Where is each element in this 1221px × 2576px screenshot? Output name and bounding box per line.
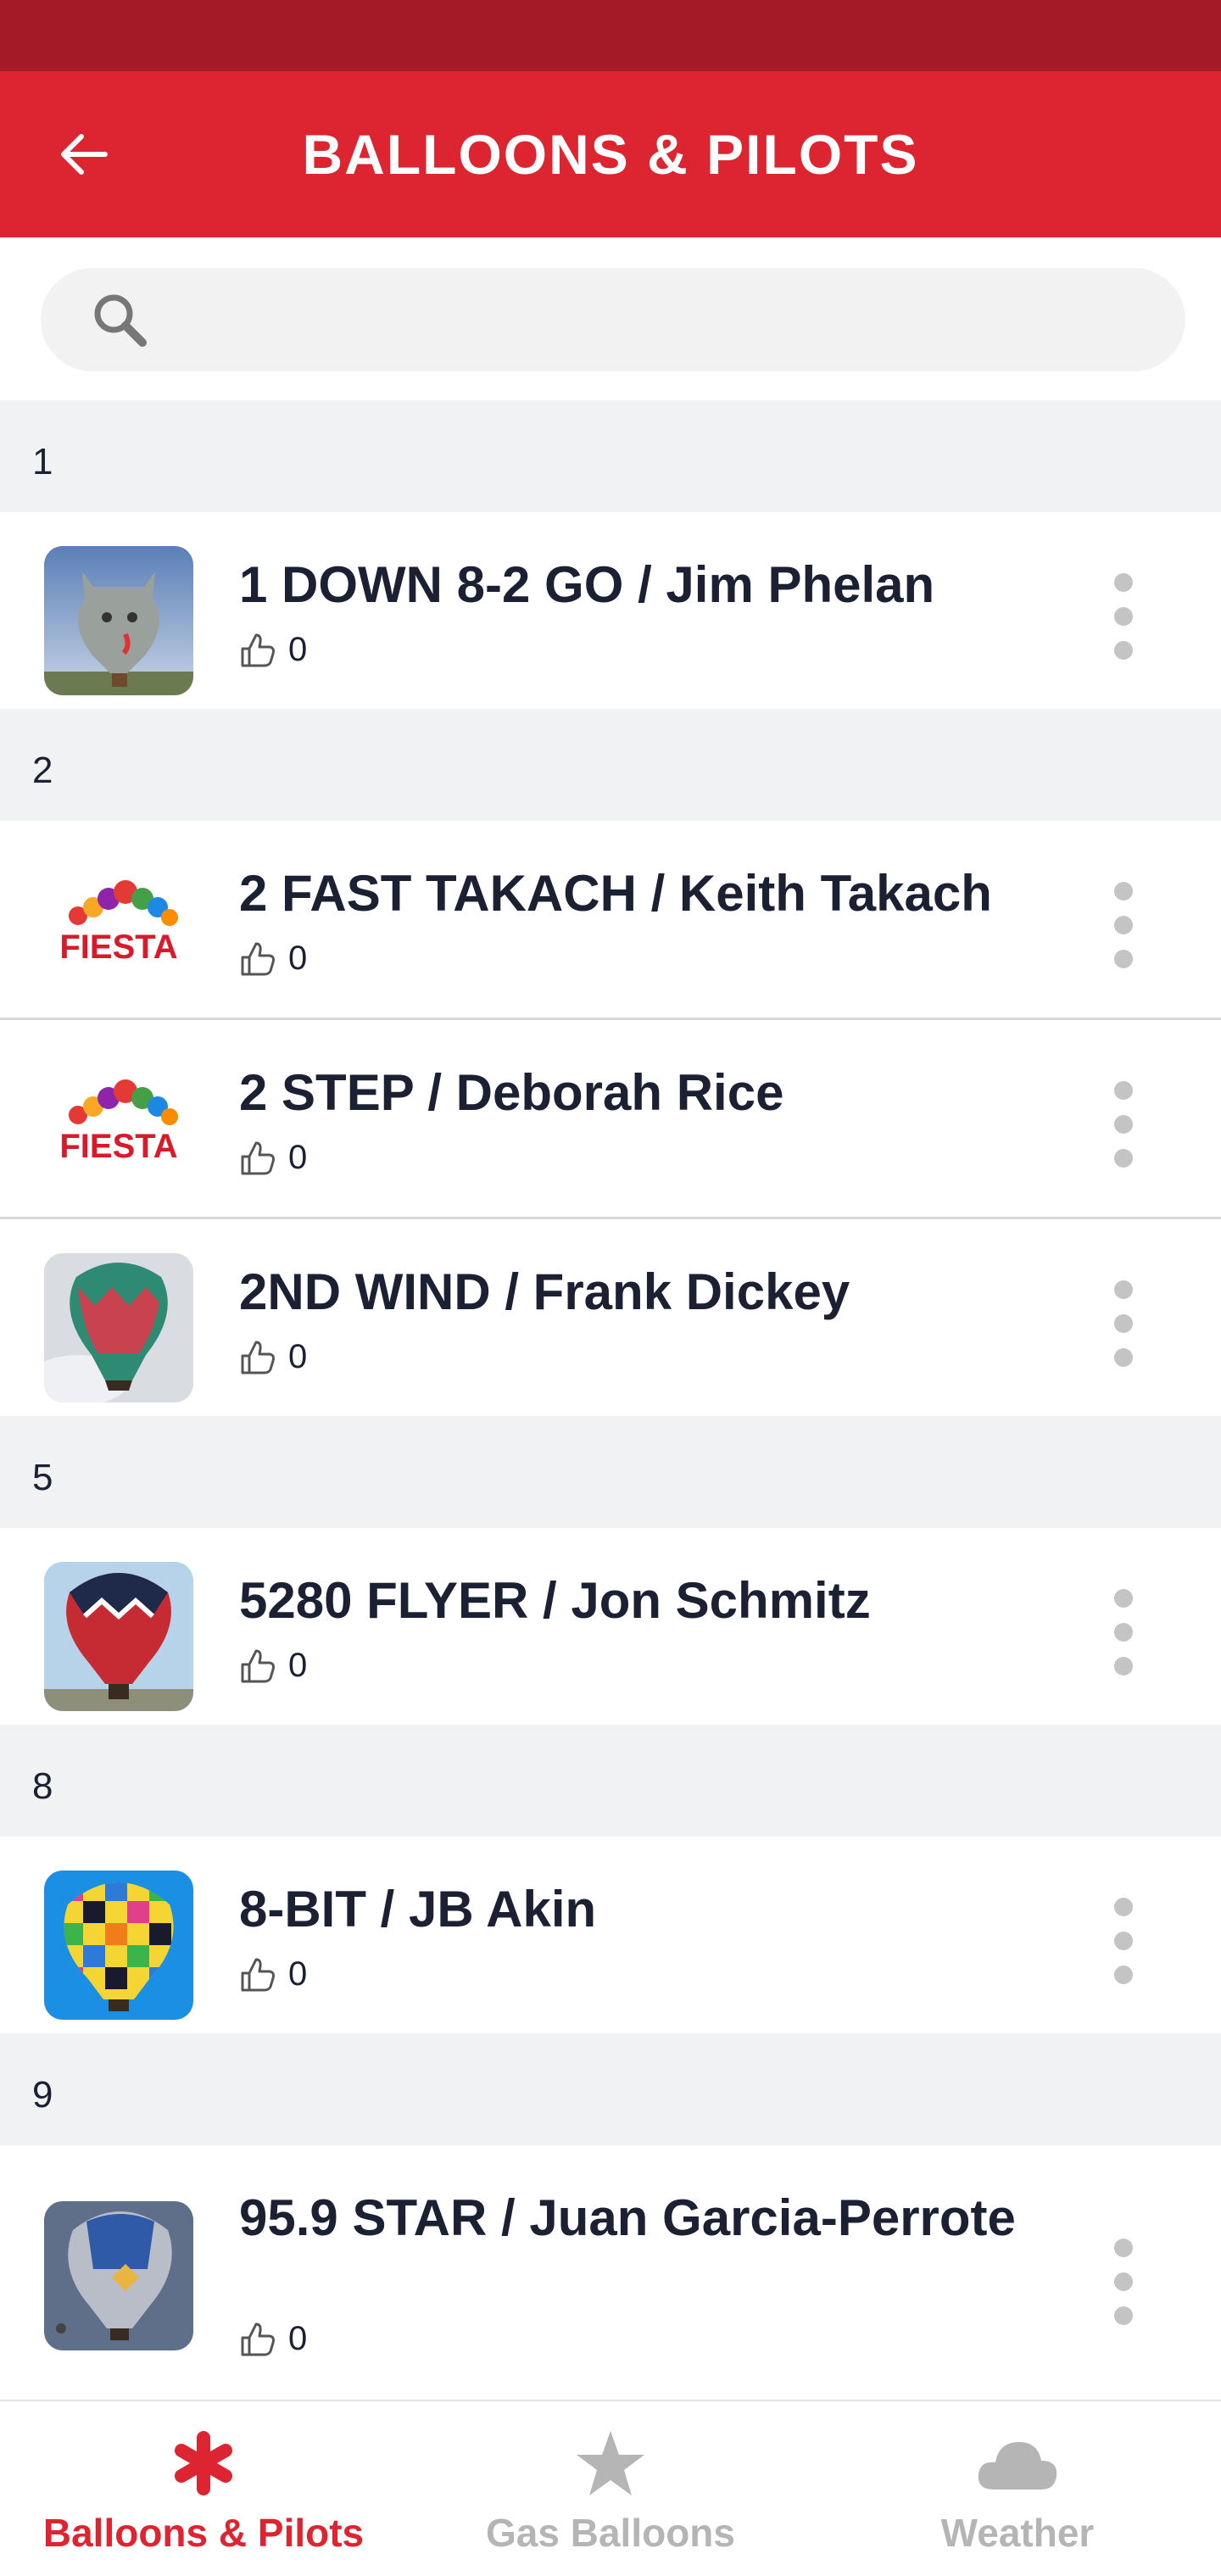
like-counter[interactable]: 0 — [239, 940, 307, 978]
like-counter[interactable]: 0 — [239, 1139, 307, 1177]
balloon-name: 2 FAST TAKACH / Keith Takach — [239, 865, 992, 922]
list-item[interactable]: 2ND WIND / Frank Dickey 0 — [0, 1219, 1221, 1416]
thumbs-up-icon — [241, 1649, 275, 1682]
cloud-icon — [978, 2442, 1057, 2490]
section-header-9: 9 — [0, 2033, 1221, 2145]
section-header-2: 2 — [0, 709, 1221, 821]
like-counter[interactable]: 0 — [239, 1338, 307, 1376]
thumbs-up-icon — [241, 942, 275, 975]
svg-text:FIESTA: FIESTA — [59, 928, 177, 966]
search-field[interactable] — [41, 268, 1185, 371]
thumbs-up-icon — [241, 633, 275, 666]
fiesta-logo: FIESTA — [44, 855, 193, 1004]
search-bar — [0, 237, 1221, 400]
like-counter[interactable]: 0 — [239, 631, 307, 669]
list-item[interactable]: 95.9 STAR / Juan Garcia-Perrote 0 — [0, 2145, 1221, 2400]
search-input[interactable] — [159, 285, 1138, 354]
section-header-1: 1 — [0, 400, 1221, 512]
section-header-8: 8 — [0, 1725, 1221, 1837]
balloon-name: 2 STEP / Deborah Rice — [239, 1064, 784, 1121]
more-options-icon[interactable] — [1102, 573, 1145, 660]
tab-weather[interactable]: Weather — [814, 2401, 1221, 2576]
page-title: BALLOONS & PILOTS — [302, 123, 919, 186]
thumbs-up-icon — [241, 2322, 275, 2356]
balloon-thumbnail — [44, 546, 193, 695]
star-icon — [577, 2431, 644, 2495]
like-count: 0 — [288, 940, 308, 977]
thumbs-up-icon — [241, 1341, 275, 1374]
balloon-thumbnail — [44, 1562, 193, 1711]
like-counter[interactable]: 0 — [239, 1955, 307, 1993]
balloon-name: 95.9 STAR / Juan Garcia-Perrote — [239, 2189, 1016, 2246]
app-bar: BALLOONS & PILOTS — [0, 71, 1221, 237]
more-options-icon[interactable] — [1102, 882, 1145, 968]
balloon-list: 1 1 DOWN 8-2 GO / Jim Phelan 0 2 FIESTA … — [0, 400, 1221, 2400]
asterisk-icon — [175, 2431, 232, 2495]
list-item[interactable]: FIESTA 2 STEP / Deborah Rice 0 — [0, 1020, 1221, 1219]
balloon-name: 1 DOWN 8-2 GO / Jim Phelan — [239, 556, 935, 613]
bottom-navigation: Balloons & Pilots Gas Balloons Weather — [0, 2400, 1221, 2576]
search-icon — [94, 294, 147, 347]
more-options-icon[interactable] — [1102, 2239, 1145, 2325]
balloon-name: 2ND WIND / Frank Dickey — [239, 1263, 850, 1320]
balloon-thumbnail — [44, 1871, 193, 2020]
thumbs-up-icon — [241, 1141, 275, 1174]
like-count: 0 — [288, 1139, 308, 1176]
tab-label: Balloons & Pilots — [42, 2511, 365, 2555]
tab-label: Gas Balloons — [486, 2511, 735, 2555]
list-item[interactable]: FIESTA 2 FAST TAKACH / Keith Takach 0 — [0, 821, 1221, 1020]
list-item[interactable]: 5280 FLYER / Jon Schmitz 0 — [0, 1528, 1221, 1725]
tab-label: Weather — [940, 2511, 1095, 2555]
thumbs-up-icon — [241, 1958, 275, 1991]
tab-balloons-pilots[interactable]: Balloons & Pilots — [0, 2401, 407, 2576]
list-item[interactable]: 8-BIT / JB Akin 0 — [0, 1837, 1221, 2033]
more-options-icon[interactable] — [1102, 1280, 1145, 1367]
more-options-icon[interactable] — [1102, 1081, 1145, 1168]
section-header-5: 5 — [0, 1416, 1221, 1528]
balloon-name: 8-BIT / JB Akin — [239, 1881, 597, 1938]
like-count: 0 — [288, 631, 308, 668]
list-item[interactable]: 1 DOWN 8-2 GO / Jim Phelan 0 — [0, 512, 1221, 709]
like-counter[interactable]: 0 — [239, 1647, 307, 1685]
like-count: 0 — [288, 1338, 308, 1375]
more-options-icon[interactable] — [1102, 1589, 1145, 1676]
balloon-thumbnail — [44, 1253, 193, 1402]
like-count: 0 — [288, 1647, 308, 1684]
like-count: 0 — [288, 1955, 308, 1993]
fiesta-logo: FIESTA — [44, 1054, 193, 1203]
like-count: 0 — [288, 2320, 308, 2357]
like-counter[interactable]: 0 — [239, 2320, 307, 2358]
tab-gas-balloons[interactable]: Gas Balloons — [407, 2401, 814, 2576]
svg-text:FIESTA: FIESTA — [59, 1128, 177, 1165]
balloon-thumbnail — [44, 2201, 193, 2350]
more-options-icon[interactable] — [1102, 1898, 1145, 1984]
balloon-name: 5280 FLYER / Jon Schmitz — [239, 1572, 871, 1629]
status-bar — [0, 0, 1221, 71]
